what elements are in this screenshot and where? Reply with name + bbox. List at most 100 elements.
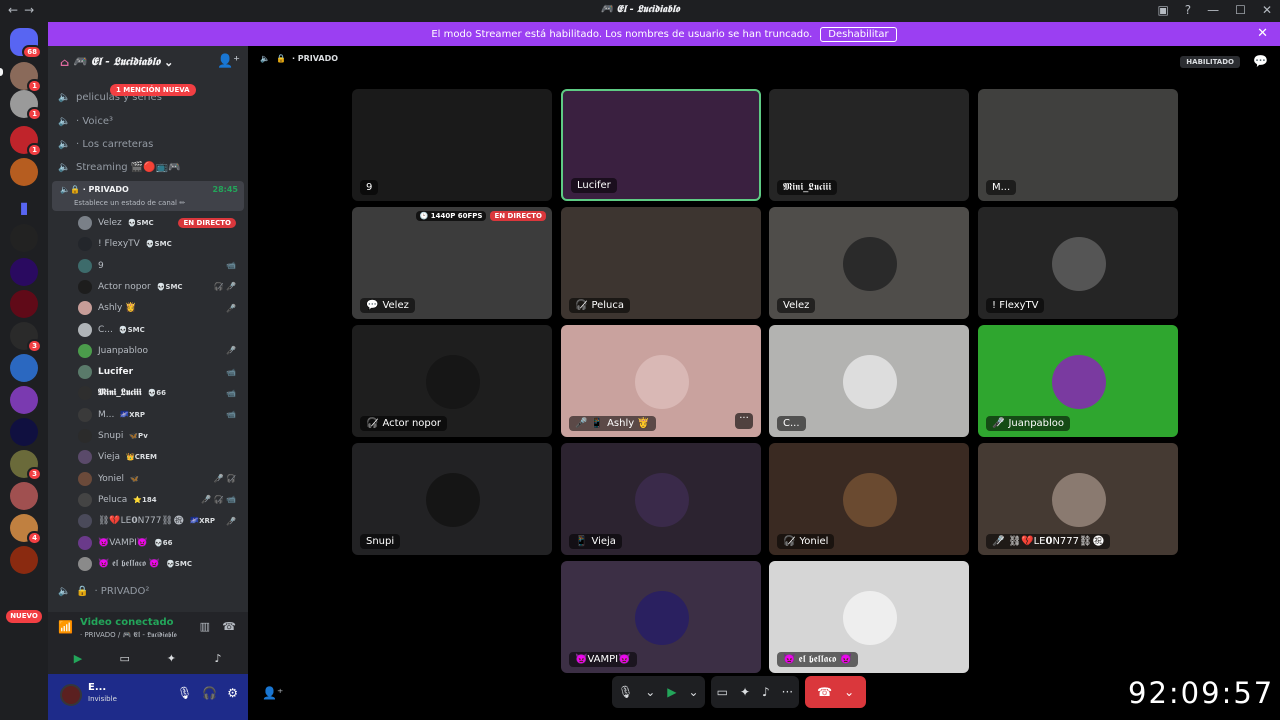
member-row[interactable]: Lucifer 📹 bbox=[78, 362, 244, 382]
avatar bbox=[426, 473, 480, 527]
minimize-icon[interactable]: — bbox=[1207, 3, 1219, 17]
active-voice-channel[interactable]: 🔈🔒 · PRIVADO 28:45 Establece un estado d… bbox=[52, 181, 244, 211]
microphone-icon[interactable]: 🎙 bbox=[618, 685, 633, 699]
camera-button[interactable]: ▶ bbox=[58, 650, 98, 668]
channel-status[interactable]: Establece un estado de canal ✏ bbox=[74, 199, 185, 207]
mention-badge[interactable]: 1 MENCIÓN NUEVA bbox=[110, 84, 196, 96]
video-tile[interactable]: 🎤̸ ⛓💔LE𝟬N777⛓㊗ bbox=[978, 443, 1178, 555]
server-icon[interactable]: 4 bbox=[10, 514, 42, 545]
server-icon[interactable] bbox=[10, 258, 38, 286]
streamer-mode-badge[interactable]: HABILITADO bbox=[1180, 56, 1240, 68]
maximize-icon[interactable]: ☐ bbox=[1235, 3, 1246, 17]
video-tile[interactable]: 👿VAMPI👿 bbox=[561, 561, 761, 673]
member-status-icons: 🎤̸ 🎧̸ bbox=[213, 474, 236, 484]
server-icon[interactable]: 1 bbox=[10, 90, 42, 121]
member-row[interactable]: Velez 💀SMC EN DIRECTO bbox=[78, 213, 244, 233]
server-icon[interactable] bbox=[10, 224, 38, 252]
video-tile[interactable]: 💬 Velez 🕑 1440P 60FPS EN DIRECTO bbox=[352, 207, 552, 319]
video-tile[interactable]: 9 bbox=[352, 89, 552, 201]
video-tile[interactable]: 👿 𝖊𝖑 𝖇𝖊𝖑𝖑𝖆𝖈𝖔 👿 bbox=[769, 561, 969, 673]
member-row[interactable]: 👿VAMPI👿 💀66 bbox=[78, 533, 244, 553]
member-row[interactable]: Vieja 👑CREM bbox=[78, 447, 244, 467]
video-tile[interactable]: Lucifer bbox=[561, 89, 761, 201]
video-tile[interactable]: ! FlexyTV bbox=[978, 207, 1178, 319]
server-icon[interactable]: 1 bbox=[10, 126, 42, 157]
member-row[interactable]: 9 📹 bbox=[78, 256, 244, 276]
disconnect-icon[interactable]: ☎ bbox=[222, 620, 236, 633]
add-member-icon[interactable]: 👤⁺ bbox=[217, 54, 240, 69]
server-icon[interactable] bbox=[10, 290, 38, 318]
video-tile[interactable]: 📱 Vieja bbox=[561, 443, 761, 555]
member-row[interactable]: ! FlexyTV 💀SMC bbox=[78, 234, 244, 254]
member-row[interactable]: Juanpabloo 🎤̸ bbox=[78, 341, 244, 361]
member-row[interactable]: ⛓💔LE𝟬N777⛓㊗ 🌌XRP 🎤̸ bbox=[78, 511, 244, 531]
video-tile[interactable]: 🎧̸ Actor nopor bbox=[352, 325, 552, 437]
video-tile[interactable]: 🎤̸ Juanpabloo bbox=[978, 325, 1178, 437]
activities-button[interactable]: ✦ bbox=[151, 650, 191, 668]
microphone-icon[interactable]: 🎙 bbox=[177, 686, 192, 700]
avatar[interactable] bbox=[60, 684, 82, 706]
voice-channel[interactable]: 🔈 🔒 · PRIVADO² bbox=[58, 586, 149, 597]
member-row[interactable]: Snupi 🦋Pv bbox=[78, 426, 244, 446]
camera-icon[interactable]: ▶ bbox=[667, 685, 676, 699]
guild-header[interactable]: ⌂ 🎮 𝕰𝖑 - 𝕷𝖚𝖈𝖎𝖉𝖎𝖆𝖇𝖑𝖔 ⌄ 👤⁺ bbox=[48, 46, 248, 78]
home-button[interactable]: 68 bbox=[10, 28, 42, 59]
chat-icon[interactable]: 💬 bbox=[1253, 54, 1268, 68]
new-badge[interactable]: NUEVO bbox=[6, 610, 42, 623]
member-row[interactable]: Peluca ⭐184 🎤̸ 🎧̸ 📹 bbox=[78, 490, 244, 510]
server-icon[interactable] bbox=[10, 546, 38, 574]
voice-channel[interactable]: 🔈 Streaming 🎬🔴📺🎮 bbox=[58, 162, 181, 173]
member-row[interactable]: M... 🌌XRP 📹 bbox=[78, 405, 244, 425]
tile-status-icons: 🎧̸ bbox=[575, 300, 588, 311]
chevron-down-icon[interactable]: ⌄ bbox=[844, 685, 854, 699]
more-icon[interactable]: ··· bbox=[782, 685, 793, 699]
server-icon[interactable] bbox=[10, 482, 38, 510]
video-tile[interactable]: Velez bbox=[769, 207, 969, 319]
voice-channel[interactable]: 🔈 · Voice³ bbox=[58, 116, 113, 127]
chevron-down-icon[interactable]: ⌄ bbox=[645, 685, 655, 699]
video-tile[interactable]: C... bbox=[769, 325, 969, 437]
gear-icon[interactable]: ⚙ bbox=[227, 686, 238, 700]
video-tile[interactable]: 🎧̸ Peluca bbox=[561, 207, 761, 319]
member-row[interactable]: Ashly 👸 🎤 bbox=[78, 298, 244, 318]
member-row[interactable]: C... 💀SMC bbox=[78, 320, 244, 340]
server-icon[interactable] bbox=[10, 386, 38, 414]
soundboard-icon[interactable]: ♪ bbox=[762, 685, 770, 699]
video-tile[interactable]: M... bbox=[978, 89, 1178, 201]
server-icon[interactable] bbox=[10, 158, 38, 186]
server-icon[interactable]: 3 bbox=[10, 450, 42, 481]
activities-icon[interactable]: ✦ bbox=[740, 685, 750, 699]
user-name[interactable]: E... bbox=[88, 682, 106, 693]
screen-share-button[interactable]: ▭ bbox=[105, 650, 145, 668]
disable-button[interactable]: Deshabilitar bbox=[820, 26, 897, 42]
invite-icon[interactable]: 👤⁺ bbox=[262, 686, 283, 700]
folder-icon[interactable]: ▮ bbox=[10, 194, 38, 222]
screen-share-icon[interactable]: ▭ bbox=[717, 685, 728, 699]
video-tile[interactable]: Snupi bbox=[352, 443, 552, 555]
server-icon[interactable] bbox=[10, 354, 38, 382]
soundboard-button[interactable]: ♪ bbox=[198, 650, 238, 668]
member-row[interactable]: 𝕸𝖎𝖓𝖎_𝕷𝖚𝖈𝖎𝖎𝖎 💀66 📹 bbox=[78, 383, 244, 403]
video-tile[interactable]: 🎤 📱 Ashly 👸 ··· bbox=[561, 325, 761, 437]
voice-status[interactable]: Video conectado bbox=[80, 617, 173, 628]
close-banner-icon[interactable]: ✕ bbox=[1257, 26, 1268, 41]
chevron-down-icon[interactable]: ⌄ bbox=[689, 685, 699, 699]
video-tile[interactable]: 🎧̸ Yoniel bbox=[769, 443, 969, 555]
member-row[interactable]: 👿 𝖊𝖑 𝖇𝖊𝖑𝖑𝖆𝖈𝖔 👿 💀SMC bbox=[78, 554, 244, 574]
close-icon[interactable]: ✕ bbox=[1262, 3, 1272, 17]
hang-up-icon[interactable]: ☎ bbox=[817, 685, 832, 699]
member-status-icons: 🎤̸ 🎧̸ 📹 bbox=[201, 495, 236, 505]
inbox-icon[interactable]: ▣ bbox=[1157, 3, 1168, 17]
server-icon[interactable]: 3 bbox=[10, 322, 42, 353]
help-icon[interactable]: ? bbox=[1185, 3, 1191, 17]
member-row[interactable]: Yoniel 🦋 🎤̸ 🎧̸ bbox=[78, 469, 244, 489]
video-tile[interactable]: 𝕸𝖎𝖓𝖎_𝕷𝖚𝖈𝖎𝖎𝖎 bbox=[769, 89, 969, 201]
more-options-button[interactable]: ··· bbox=[735, 413, 753, 429]
server-icon[interactable]: 1 bbox=[10, 62, 42, 93]
noise-suppression-icon[interactable]: ▥ bbox=[200, 620, 210, 633]
server-icon[interactable] bbox=[10, 418, 38, 446]
voice-location[interactable]: · PRIVADO / 🎮 𝕰𝖑 - 𝕷𝖚𝖈𝖎𝖉𝖎𝖆𝖇𝖑𝖔 bbox=[80, 631, 177, 640]
member-row[interactable]: Actor nopor 💀SMC 🎧̸ 🎤̸ bbox=[78, 277, 244, 297]
headphones-icon[interactable]: 🎧 bbox=[202, 686, 217, 700]
voice-channel[interactable]: 🔈 · Los carreteras bbox=[58, 139, 153, 150]
